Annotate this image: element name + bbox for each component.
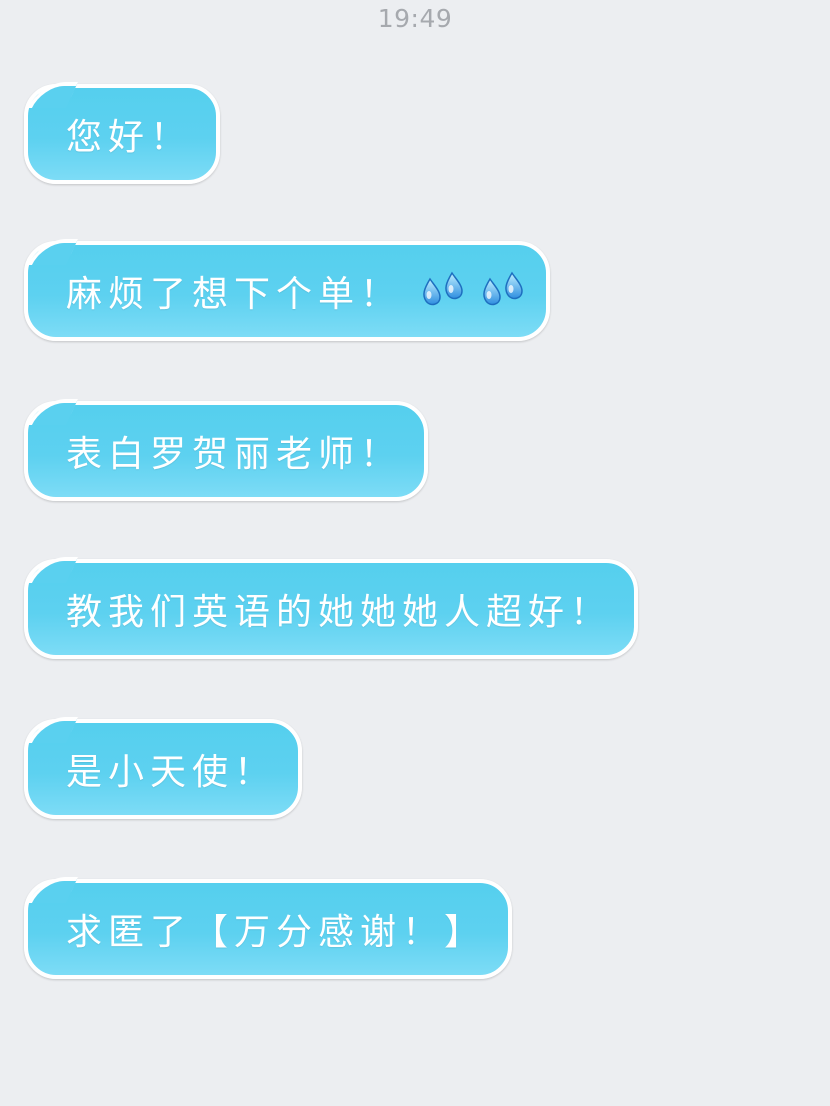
message-bubble[interactable]: 您好！ bbox=[24, 84, 220, 184]
message-text: 表白罗贺丽老师！ bbox=[66, 434, 403, 475]
message-text: 教我们英语的她她她人超好！ bbox=[66, 592, 613, 633]
sweat-drops-icon bbox=[423, 271, 463, 306]
sweat-drops-emoji bbox=[420, 271, 526, 311]
message-timestamp: 19:49 bbox=[377, 4, 453, 33]
message-bubble[interactable]: 教我们英语的她她她人超好！ bbox=[24, 559, 638, 659]
message-bubble[interactable]: 表白罗贺丽老师！ bbox=[24, 401, 428, 501]
message-bubble[interactable]: 是小天使！ bbox=[24, 719, 302, 819]
message-bubble[interactable]: 麻烦了想下个单！ bbox=[24, 241, 550, 341]
sweat-drops-icon bbox=[483, 271, 523, 306]
message-text: 麻烦了想下个单！ bbox=[66, 274, 403, 315]
message-text: 您好！ bbox=[66, 117, 193, 158]
message-bubble[interactable]: 求匿了【万分感谢！】 bbox=[24, 879, 512, 979]
message-text: 是小天使！ bbox=[66, 752, 277, 793]
message-text: 求匿了【万分感谢！】 bbox=[66, 912, 487, 953]
